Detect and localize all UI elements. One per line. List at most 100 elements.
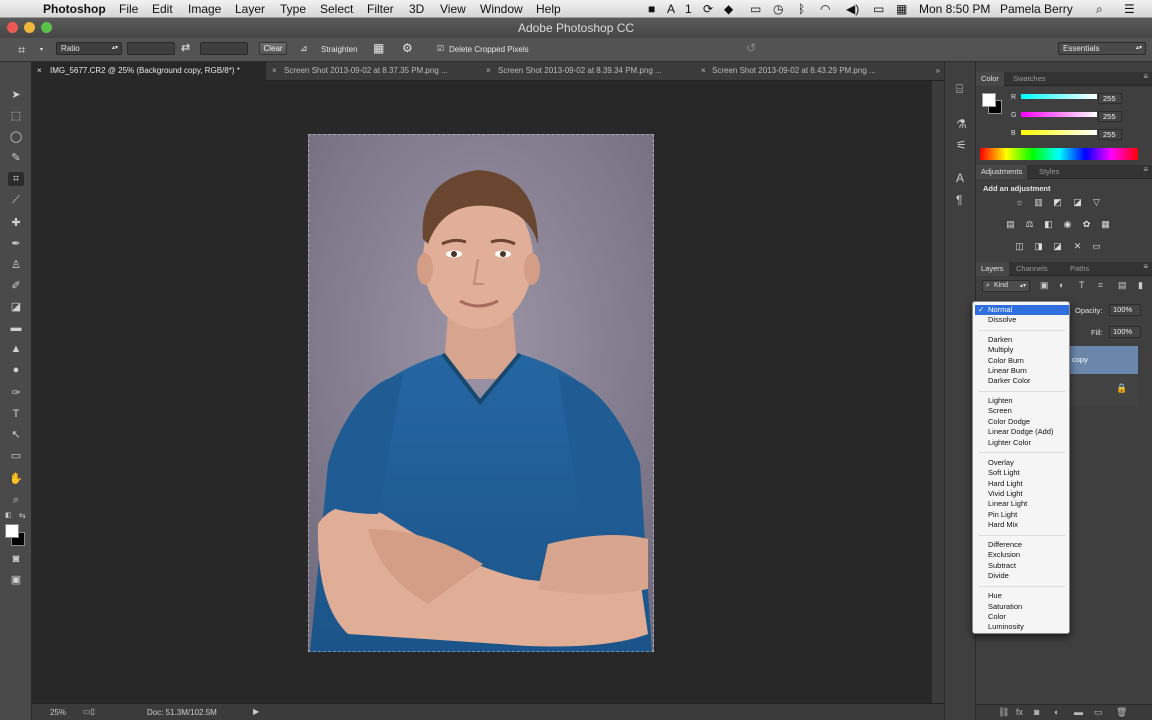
clear-button[interactable]: Clear — [259, 42, 287, 55]
close-icon[interactable]: × — [486, 62, 491, 80]
blend-option-screen[interactable]: Screen — [988, 406, 1012, 416]
blend-option-linear-light[interactable]: Linear Light — [988, 499, 1027, 509]
panel-menu-icon[interactable]: ≡ — [1143, 72, 1148, 81]
tab-swatches[interactable]: Swatches — [1008, 72, 1051, 86]
spotlight-icon[interactable]: ⌕ — [1096, 2, 1103, 17]
ratio-width-input[interactable] — [127, 42, 175, 55]
tab-channels[interactable]: Channels — [1011, 262, 1053, 276]
levels-icon[interactable]: ▥ — [1032, 197, 1045, 208]
straighten-icon[interactable]: ⊿ — [300, 43, 308, 54]
photo-filter-icon[interactable]: ◉ — [1061, 219, 1074, 230]
tab-adjustments[interactable]: Adjustments — [976, 165, 1028, 179]
screen-mode-icon[interactable]: ▣ — [8, 573, 24, 587]
path-select-tool-icon[interactable]: ↖ — [8, 428, 24, 442]
blend-option-hue[interactable]: Hue — [988, 591, 1002, 601]
foreground-color-swatch[interactable] — [5, 524, 19, 538]
blend-option-exclusion[interactable]: Exclusion — [988, 550, 1020, 560]
volume-icon[interactable]: ◀) — [846, 2, 859, 16]
blend-option-subtract[interactable]: Subtract — [988, 561, 1016, 571]
tab-screenshot-2[interactable]: × Screen Shot 2013-09-02 at 8.39.34 PM.p… — [482, 62, 694, 81]
menu-view[interactable]: View — [440, 2, 466, 16]
adjustment-filter-icon[interactable]: ◐ — [1059, 280, 1064, 290]
layer-mask-icon[interactable]: ◙ — [1034, 707, 1039, 717]
delete-cropped-checkbox[interactable]: ☑ — [437, 44, 444, 53]
pen-tool-icon[interactable]: ✑ — [8, 386, 24, 400]
link-layers-icon[interactable]: ⛓ — [998, 707, 1009, 718]
pixel-filter-icon[interactable]: ▣ — [1040, 280, 1049, 291]
user-name[interactable]: Pamela Berry — [1000, 2, 1073, 16]
blend-option-pin-light[interactable]: Pin Light — [988, 510, 1017, 520]
color-lookup-icon[interactable]: ▦ — [1099, 219, 1112, 230]
tab-layers[interactable]: Layers — [976, 262, 1009, 276]
menu-image[interactable]: Image — [188, 2, 221, 16]
tool-preset-dropdown-icon[interactable]: ▾ — [40, 46, 43, 53]
close-icon[interactable]: × — [701, 62, 706, 80]
tab-color[interactable]: Color — [976, 72, 1004, 86]
hue-saturation-icon[interactable]: ▤ — [1004, 219, 1017, 230]
dropbox-icon[interactable]: ◆ — [724, 2, 733, 16]
shape-filter-icon[interactable]: ⌗ — [1098, 280, 1103, 291]
proof-icon[interactable]: ▭▯ — [83, 707, 95, 716]
crop-frame[interactable] — [308, 134, 654, 652]
black-white-icon[interactable]: ◧ — [1042, 219, 1055, 230]
gear-icon[interactable]: ⚙ — [402, 41, 413, 55]
blend-option-lighter-color[interactable]: Lighter Color — [988, 438, 1031, 448]
color-spectrum-bar[interactable] — [980, 148, 1138, 160]
ratio-height-input[interactable] — [200, 42, 248, 55]
battery-icon[interactable]: ▭ — [873, 2, 884, 16]
blend-option-darker-color[interactable]: Darker Color — [988, 376, 1031, 386]
blend-option-linear-dodge[interactable]: Linear Dodge (Add) — [988, 427, 1053, 437]
app-name-menu[interactable]: Photoshop — [43, 2, 106, 16]
blend-option-divide[interactable]: Divide — [988, 571, 1009, 581]
new-layer-icon[interactable]: ▭ — [1094, 707, 1103, 718]
brush-panel-icon[interactable]: ⚗ — [956, 117, 967, 131]
zoom-tool-icon[interactable]: ⌕ — [8, 493, 24, 507]
time-machine-icon[interactable]: ◷ — [773, 2, 783, 16]
panel-menu-icon[interactable]: ≡ — [1143, 262, 1148, 271]
straighten-button[interactable]: Straighten — [321, 45, 357, 54]
blend-option-darken[interactable]: Darken — [988, 335, 1012, 345]
blend-option-hard-mix[interactable]: Hard Mix — [988, 520, 1018, 530]
zoom-level[interactable]: 25% — [50, 708, 66, 717]
menu-filter[interactable]: Filter — [367, 2, 394, 16]
blend-option-soft-light[interactable]: Soft Light — [988, 468, 1020, 478]
layer-style-icon[interactable]: fx — [1016, 707, 1023, 717]
channel-mixer-icon[interactable]: ✿ — [1080, 219, 1093, 230]
clone-stamp-tool-icon[interactable]: ♙ — [8, 258, 24, 272]
reset-icon[interactable]: ↺ — [746, 41, 756, 55]
new-adjustment-layer-icon[interactable]: ◐ — [1054, 707, 1059, 717]
menu-type[interactable]: Type — [280, 2, 306, 16]
dodge-tool-icon[interactable]: ● — [8, 363, 24, 377]
marquee-tool-icon[interactable]: ⬚ — [8, 109, 24, 123]
swap-colors-icon[interactable]: ⇆ — [19, 511, 26, 520]
blend-option-overlay[interactable]: Overlay — [988, 458, 1014, 468]
menu-layer[interactable]: Layer — [235, 2, 265, 16]
selective-color-icon[interactable]: ✕ — [1071, 241, 1084, 252]
history-panel-icon[interactable]: ⌸ — [956, 82, 963, 97]
fill-input[interactable]: 100% — [1109, 326, 1141, 338]
evernote-icon[interactable]: ■ — [648, 2, 655, 16]
type-filter-icon[interactable]: T — [1079, 280, 1085, 290]
brush-presets-icon[interactable]: ⚟ — [956, 138, 967, 152]
menu-file[interactable]: File — [119, 2, 138, 16]
wifi-icon[interactable]: ◠ — [820, 2, 830, 16]
notification-icon[interactable]: ☰ — [1124, 2, 1135, 16]
g-slider[interactable] — [1021, 112, 1097, 117]
flag-icon[interactable]: ▦ — [896, 2, 907, 16]
gradient-map-icon[interactable]: ▭ — [1090, 241, 1103, 252]
b-slider[interactable] — [1021, 130, 1097, 135]
vertical-scrollbar[interactable] — [932, 81, 944, 703]
blend-option-luminosity[interactable]: Luminosity — [988, 622, 1024, 632]
blend-option-dissolve[interactable]: Dissolve — [988, 315, 1016, 325]
crop-tool-icon[interactable]: ⌗ — [18, 42, 25, 58]
tab-paths[interactable]: Paths — [1065, 262, 1094, 276]
trash-icon[interactable]: 🗑 — [1116, 707, 1127, 718]
bluetooth-icon[interactable]: ᛒ — [798, 2, 805, 16]
blend-option-color-dodge[interactable]: Color Dodge — [988, 417, 1030, 427]
blend-option-lighten[interactable]: Lighten — [988, 396, 1013, 406]
g-value-input[interactable]: 255 — [1098, 111, 1122, 122]
quick-select-tool-icon[interactable]: ✎ — [8, 151, 24, 165]
color-balance-icon[interactable]: ⚖ — [1023, 219, 1036, 230]
swap-icon[interactable]: ⇄ — [181, 41, 190, 54]
close-icon[interactable]: × — [37, 62, 42, 80]
